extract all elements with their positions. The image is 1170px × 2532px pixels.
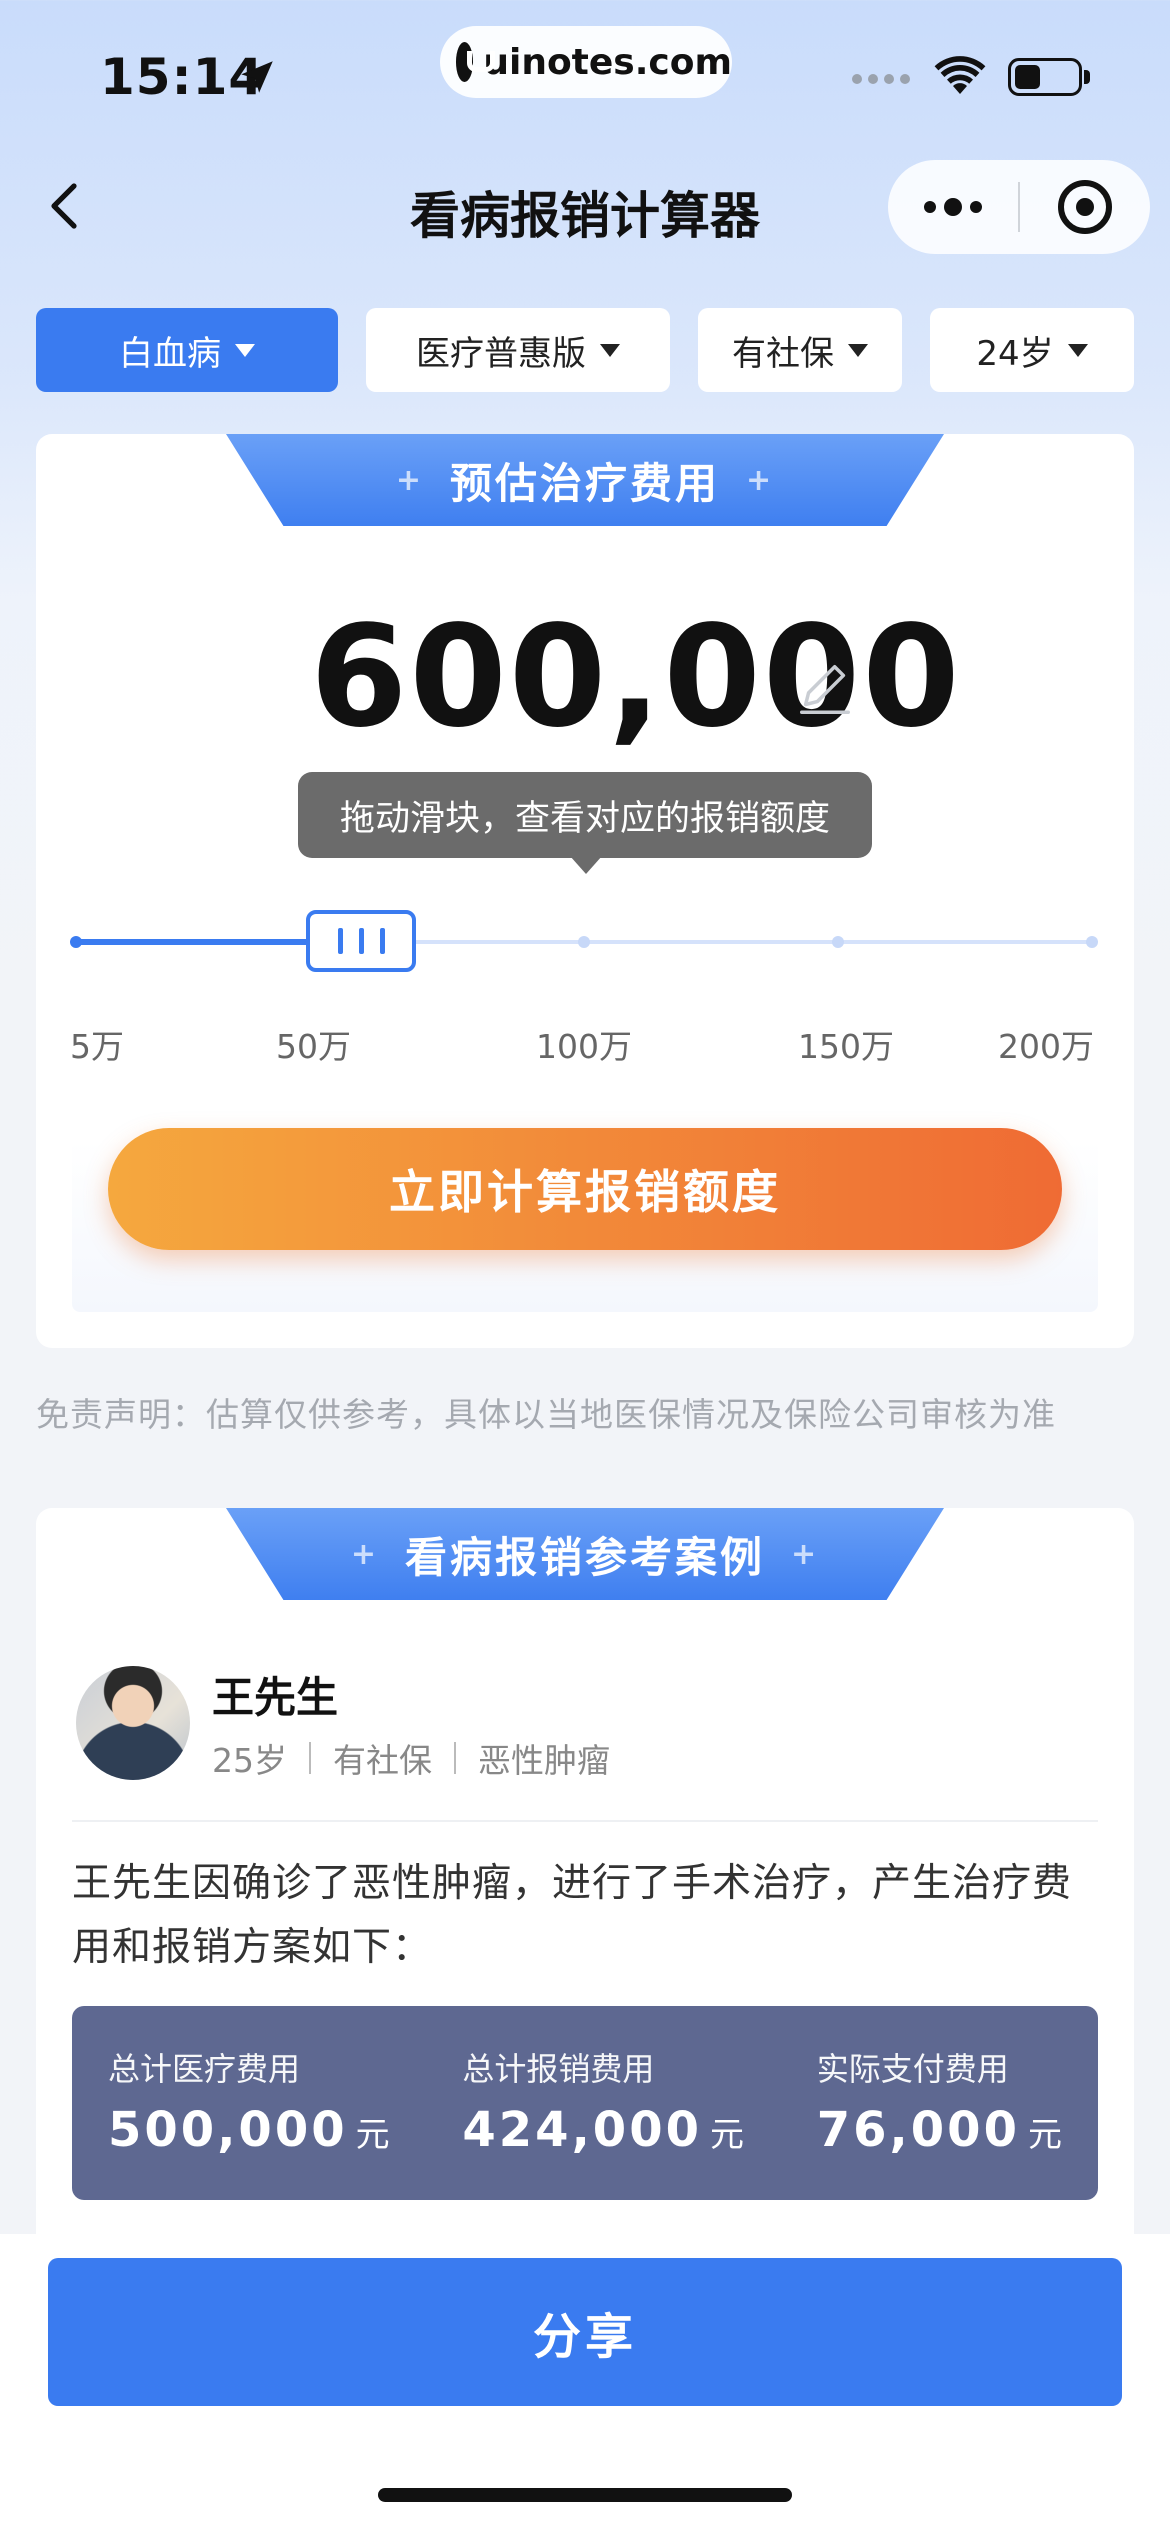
filter-age-label: 24岁: [976, 333, 1054, 374]
estimated-amount: 600,000: [310, 596, 962, 759]
edit-pencil-icon[interactable]: [794, 658, 856, 720]
stat-total-reimbursed: 总计报销费用 424,000 元: [462, 2044, 744, 2200]
disclaimer: 免责声明：估算仅供参考，具体以当地医保情况及保险公司审核为准: [36, 1395, 1056, 1434]
slider-stop-150w: [832, 936, 844, 948]
cellular-signal-icon: [852, 74, 910, 84]
caret-down-icon: [600, 343, 620, 357]
case-stats: 总计医疗费用 500,000 元 总计报销费用 424,000 元 实际支付费用…: [72, 2006, 1098, 2200]
filter-plan[interactable]: 医疗普惠版: [366, 308, 670, 392]
filter-insurance-label: 有社保: [732, 333, 834, 374]
slider-stop-100w: [578, 936, 590, 948]
tooltip-tail: [570, 856, 602, 874]
slider-stop-5w: [70, 936, 82, 948]
share-button[interactable]: 分享: [48, 2258, 1122, 2406]
stat-label: 总计报销费用: [462, 2050, 655, 2088]
case-age: 25岁: [212, 1741, 287, 1780]
miniprogram-capsule: [888, 160, 1150, 254]
slider-thumb[interactable]: [306, 910, 416, 972]
caret-down-icon: [848, 343, 868, 357]
caret-down-icon: [1067, 343, 1088, 357]
tick-label: 200万: [998, 1027, 1094, 1066]
stat-unit: 元: [1027, 2115, 1062, 2155]
meta-divider: [309, 1742, 311, 1774]
estimate-section-title: 预估治疗费用: [449, 458, 720, 508]
plus-decor-icon: +: [746, 462, 775, 498]
stat-unit: 元: [355, 2115, 390, 2155]
slider-stop-200w: [1086, 936, 1098, 948]
url-pill[interactable]: uinotes.com: [440, 26, 732, 98]
plus-decor-icon: +: [350, 1536, 379, 1572]
slider-tooltip: 拖动滑块，查看对应的报销额度: [298, 772, 872, 858]
meta-divider: [454, 1742, 456, 1774]
case-insurance: 有社保: [333, 1741, 432, 1780]
filter-insurance[interactable]: 有社保: [698, 308, 902, 392]
case-section-title: 看病报销参考案例: [404, 1532, 765, 1582]
url-text: uinotes.com: [483, 41, 732, 83]
plus-decor-icon: +: [791, 1536, 820, 1572]
stat-label: 实际支付费用: [816, 2050, 1009, 2088]
estimate-section-ribbon: + 预估治疗费用 +: [226, 434, 944, 526]
stat-unit: 元: [710, 2115, 744, 2155]
battery-cap: [1084, 70, 1090, 84]
filter-disease[interactable]: 白血病: [36, 308, 338, 392]
site-logo-icon: [456, 42, 496, 82]
battery-icon: [1008, 58, 1082, 96]
close-miniprogram-icon[interactable]: [1020, 180, 1150, 234]
stat-value: 424,000: [462, 2102, 702, 2158]
plus-decor-icon: +: [395, 462, 424, 498]
tick-label: 5万: [70, 1027, 124, 1066]
filter-plan-label: 医疗普惠版: [416, 333, 586, 374]
tick-label: 50万: [276, 1027, 351, 1066]
calculate-button[interactable]: 立即计算报销额度: [108, 1128, 1062, 1250]
case-disease: 恶性肿瘤: [478, 1741, 610, 1780]
location-arrow-icon: [241, 61, 273, 93]
case-description: 王先生因确诊了恶性肿瘤，进行了手术治疗，产生治疗费用和报销方案如下：: [72, 1861, 1073, 1970]
case-person-meta: 25岁 有社保 恶性肿瘤: [212, 1734, 610, 1782]
avatar: [76, 1666, 190, 1780]
case-section-ribbon: + 看病报销参考案例 +: [226, 1508, 944, 1600]
filter-disease-label: 白血病: [119, 333, 221, 374]
case-person-name: 王先生: [212, 1673, 339, 1722]
home-indicator: [378, 2488, 792, 2502]
tick-label: 100万: [536, 1027, 632, 1066]
more-options-icon[interactable]: [888, 198, 1018, 216]
stat-total-cost: 总计医疗费用 500,000 元: [108, 2044, 390, 2200]
stat-value: 76,000: [816, 2102, 1020, 2158]
filter-age[interactable]: 24岁: [930, 308, 1134, 392]
stat-label: 总计医疗费用: [108, 2050, 301, 2088]
case-divider: [72, 1820, 1098, 1822]
tick-label: 150万: [798, 1027, 894, 1066]
wifi-icon: [934, 56, 986, 94]
slider-track-fill: [76, 939, 316, 945]
caret-down-icon: [235, 343, 255, 357]
stat-actual-paid: 实际支付费用 76,000 元: [817, 2044, 1062, 2200]
stat-value: 500,000: [108, 2102, 348, 2158]
